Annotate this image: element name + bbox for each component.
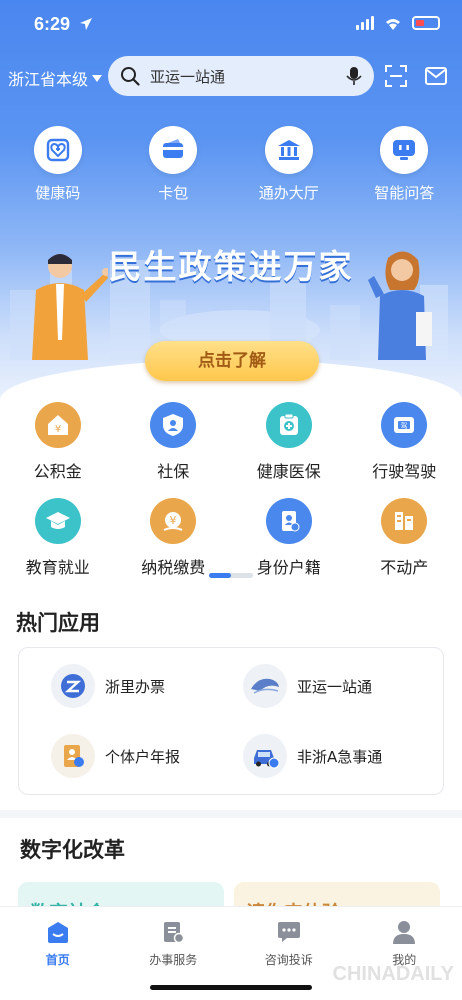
service-grid-section: ¥ 公积金 社保 健康医保 驾 行驶驾驶 教育就业 ¥ 纳税缴费 身份户籍 不动… <box>0 400 462 595</box>
housing-fund-icon: ¥ <box>34 402 81 448</box>
top-bar: 浙江省本级 亚运一站通 <box>0 56 462 96</box>
cellular-signal-icon <box>356 16 374 30</box>
hot-apps-section: 热门应用 浙里办票 亚运一站通 个体户年报 非浙A急事通 <box>0 595 462 810</box>
service-education[interactable]: 教育就业 <box>0 498 116 578</box>
service-label: 纳税缴费 <box>141 558 206 577</box>
search-icon <box>121 67 140 86</box>
region-selector[interactable]: 浙江省本级 <box>8 66 103 90</box>
home-indicator[interactable] <box>150 985 312 990</box>
quick-actions: 健康码 卡包 通办大厅 智能问答 <box>0 126 462 203</box>
hot-apps-title: 热门应用 <box>16 611 100 635</box>
app-label: 亚运一站通 <box>297 677 373 696</box>
app-label: 非浙A急事通 <box>297 747 383 766</box>
quick-action-label: 通办大厅 <box>258 184 319 202</box>
quick-action-label: 卡包 <box>158 184 189 202</box>
app-zheli-ticket[interactable]: 浙里办票 <box>51 664 165 708</box>
service-identity[interactable]: 身份户籍 <box>231 498 347 578</box>
bottom-tab-bar: 首页 办事服务 咨询投诉 我的 CHINADAILY <box>0 906 462 1000</box>
annual-report-icon <box>51 734 95 778</box>
quick-action-ai-chat[interactable]: 智能问答 <box>347 126 462 203</box>
mail-icon[interactable] <box>424 64 448 88</box>
microphone-icon[interactable] <box>346 66 362 86</box>
tab-profile[interactable]: 我的 <box>347 907 462 1000</box>
search-input[interactable]: 亚运一站通 <box>150 66 336 87</box>
asian-games-icon <box>243 664 287 708</box>
app-car-urgent[interactable]: 非浙A急事通 <box>243 734 382 778</box>
quick-action-service-hall[interactable]: 通办大厅 <box>231 126 347 203</box>
app-asian-games[interactable]: 亚运一站通 <box>243 664 372 708</box>
status-time: 6:29 <box>34 14 71 34</box>
service-housing-fund[interactable]: ¥ 公积金 <box>0 402 116 482</box>
service-social-security[interactable]: 社保 <box>116 402 232 482</box>
service-hall-icon <box>277 140 300 160</box>
service-driving[interactable]: 驾 行驶驾驶 <box>347 402 462 482</box>
real-estate-icon <box>381 498 428 544</box>
car-urgent-icon <box>243 734 287 778</box>
tax-payment-icon: ¥ <box>150 498 197 544</box>
banner-title: 民生政策进万家 <box>108 247 354 286</box>
card-wallet-icon <box>163 139 184 158</box>
service-label: 公积金 <box>33 462 82 481</box>
health-code-icon <box>46 138 69 162</box>
education-icon <box>34 498 81 544</box>
service-label: 教育就业 <box>25 558 90 577</box>
tab-label: 办事服务 <box>149 953 198 967</box>
identity-icon <box>265 498 312 544</box>
social-security-icon <box>150 402 197 448</box>
message-icon <box>277 922 300 942</box>
svg-text:¥: ¥ <box>170 514 177 527</box>
search-bar[interactable]: 亚运一站通 <box>108 56 374 96</box>
app-label: 个体户年报 <box>105 747 181 766</box>
profile-icon <box>393 921 416 944</box>
digital-reform-title: 数字化改革 <box>20 838 125 862</box>
service-label: 行驶驾驶 <box>372 462 437 481</box>
service-label: 身份户籍 <box>256 558 321 577</box>
zheli-ticket-icon <box>51 664 95 708</box>
hot-apps-card: 浙里办票 亚运一站通 个体户年报 非浙A急事通 <box>18 647 444 795</box>
quick-action-health-code[interactable]: 健康码 <box>0 126 116 203</box>
ai-chat-icon <box>393 140 416 160</box>
service-label: 不动产 <box>380 558 429 577</box>
region-label: 浙江省本级 <box>8 70 89 89</box>
service-label: 健康医保 <box>256 462 321 481</box>
status-bar: 6:29 <box>0 10 462 40</box>
service-label: 社保 <box>157 462 190 481</box>
chevron-down-icon <box>92 74 103 82</box>
scan-icon[interactable] <box>384 64 408 88</box>
tab-label: 首页 <box>45 953 70 967</box>
driving-license-icon: 驾 <box>381 402 428 448</box>
home-icon <box>47 922 68 943</box>
wifi-icon <box>386 19 400 30</box>
service-tax[interactable]: ¥ 纳税缴费 <box>116 498 232 578</box>
service-medical-insurance[interactable]: 健康医保 <box>231 402 347 482</box>
tab-home[interactable]: 首页 <box>0 907 116 1000</box>
service-real-estate[interactable]: 不动产 <box>347 498 462 578</box>
service-list-icon <box>164 922 185 944</box>
quick-action-label: 智能问答 <box>374 184 435 202</box>
medical-insurance-icon <box>265 402 312 448</box>
quick-action-card-wallet[interactable]: 卡包 <box>116 126 232 203</box>
page-indicator <box>209 573 253 578</box>
learn-more-button[interactable]: 点击了解 <box>145 341 319 381</box>
app-label: 浙里办票 <box>105 677 166 696</box>
battery-icon <box>412 16 440 30</box>
svg-text:驾: 驾 <box>401 421 408 430</box>
watermark: CHINADAILY <box>332 963 455 985</box>
svg-text:¥: ¥ <box>55 424 61 435</box>
quick-action-label: 健康码 <box>35 184 81 202</box>
app-annual-report[interactable]: 个体户年报 <box>51 734 180 778</box>
location-arrow-icon <box>80 18 92 30</box>
tab-label: 咨询投诉 <box>264 953 313 967</box>
